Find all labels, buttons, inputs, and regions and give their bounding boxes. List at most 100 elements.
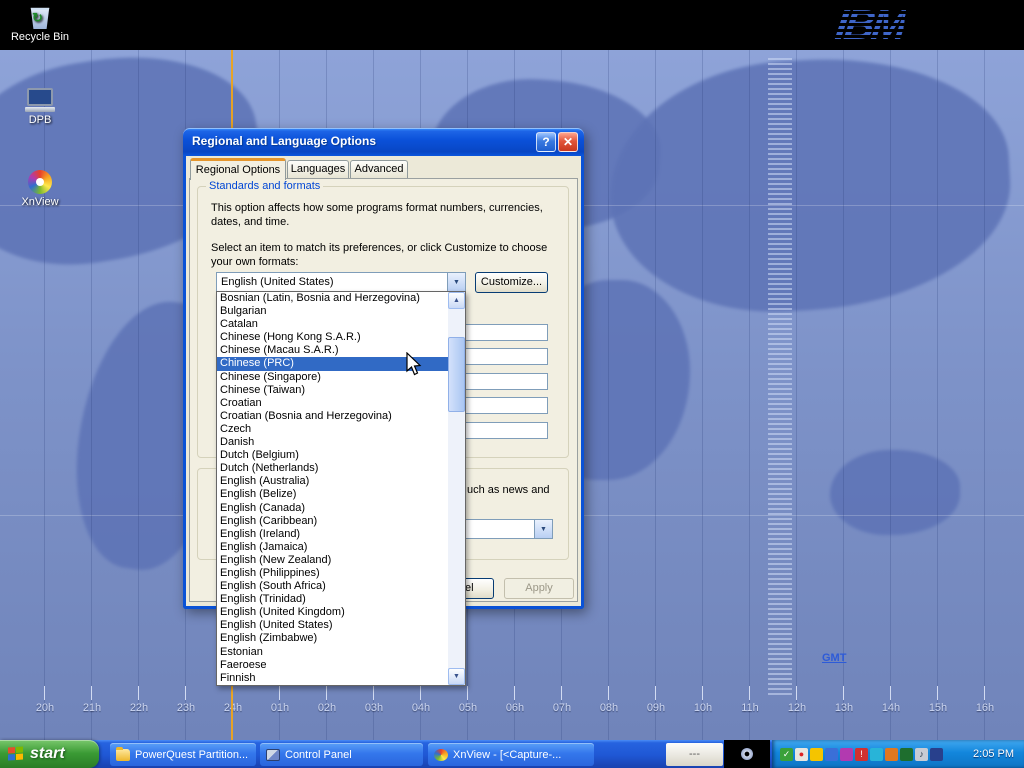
hour-label: 09h <box>641 702 671 714</box>
hour-label: 22h <box>124 702 154 714</box>
tray-icon-8[interactable] <box>885 748 898 761</box>
tray-icon-9[interactable] <box>900 748 913 761</box>
scroll-down-icon[interactable]: ▼ <box>448 668 465 685</box>
list-item[interactable]: Chinese (Singapore) <box>217 371 448 384</box>
recycle-bin-icon: ↻ <box>29 5 51 29</box>
taskbar-item-control-panel[interactable]: Control Panel <box>260 743 423 766</box>
location-text-fragment: uch as news and <box>467 484 550 496</box>
desktop-screen: GMT 20h 21h 22h 23h 24h 01h 02h 03h 04h … <box>0 0 1024 768</box>
tray-icon-1[interactable]: ✓ <box>780 748 793 761</box>
hour-label: 07h <box>547 702 577 714</box>
task-label: XnView - [<Capture-... <box>453 749 561 761</box>
dialog-title: Regional and Language Options <box>192 134 376 148</box>
xnview-icon <box>28 170 52 194</box>
apply-button[interactable]: Apply <box>504 578 574 599</box>
customize-button[interactable]: Customize... <box>475 272 548 293</box>
dateline-hatch-band <box>768 55 792 695</box>
hour-label: 12h <box>782 702 812 714</box>
hour-label: 21h <box>77 702 107 714</box>
chevron-down-icon[interactable]: ▼ <box>534 520 552 538</box>
list-item[interactable]: English (Caribbean) <box>217 515 448 528</box>
taskbar-overflow-button[interactable]: --- <box>666 743 723 766</box>
list-item[interactable]: English (New Zealand) <box>217 554 448 567</box>
tray-icon-7[interactable] <box>870 748 883 761</box>
format-combobox[interactable]: English (United States) ▼ <box>216 272 466 292</box>
list-item[interactable]: Dutch (Netherlands) <box>217 462 448 475</box>
list-item[interactable]: Bosnian (Latin, Bosnia and Herzegovina) <box>217 292 448 305</box>
list-item[interactable]: English (Jamaica) <box>217 541 448 554</box>
tray-icon-2[interactable]: ● <box>795 748 808 761</box>
format-dropdown-list: Bosnian (Latin, Bosnia and Herzegovina) … <box>216 291 466 686</box>
list-item[interactable]: English (United Kingdom) <box>217 606 448 619</box>
close-button[interactable]: ✕ <box>558 132 578 152</box>
taskbar: start PowerQuest Partition... Control Pa… <box>0 740 1024 768</box>
dropdown-items: Bosnian (Latin, Bosnia and Herzegovina) … <box>217 292 448 685</box>
help-button[interactable]: ? <box>536 132 556 152</box>
start-button[interactable]: start <box>0 740 99 768</box>
hour-label: 16h <box>970 702 1000 714</box>
list-item[interactable]: English (South Africa) <box>217 580 448 593</box>
list-item-selected[interactable]: Chinese (PRC) <box>217 357 448 370</box>
list-item[interactable]: Faeroese <box>217 659 448 672</box>
list-item[interactable]: Danish <box>217 436 448 449</box>
tray-icon-3[interactable] <box>810 748 823 761</box>
hour-label: 06h <box>500 702 530 714</box>
hour-label: 10h <box>688 702 718 714</box>
list-item[interactable]: Finnish <box>217 672 448 685</box>
list-item[interactable]: Bulgarian <box>217 305 448 318</box>
list-item[interactable]: Czech <box>217 423 448 436</box>
taskbar-dock[interactable] <box>724 740 770 768</box>
desktop-icon-xnview[interactable]: XnView <box>8 170 72 208</box>
list-item[interactable]: English (Belize) <box>217 488 448 501</box>
laptop-icon <box>25 88 55 112</box>
folder-icon <box>116 749 130 761</box>
tray-icon-6[interactable]: ! <box>855 748 868 761</box>
list-item[interactable]: Dutch (Belgium) <box>217 449 448 462</box>
scroll-up-icon[interactable]: ▲ <box>448 292 465 309</box>
list-item[interactable]: English (Ireland) <box>217 528 448 541</box>
tab-regional-options[interactable]: Regional Options <box>190 158 286 180</box>
tray-icon-10[interactable]: ♪ <box>915 748 928 761</box>
xnview-icon <box>434 749 448 761</box>
list-item[interactable]: Croatian (Bosnia and Herzegovina) <box>217 410 448 423</box>
list-item[interactable]: Chinese (Macau S.A.R.) <box>217 344 448 357</box>
hour-label: 01h <box>265 702 295 714</box>
list-item[interactable]: English (Canada) <box>217 502 448 515</box>
chevron-down-icon[interactable]: ▼ <box>447 273 465 291</box>
system-tray: ✓ ● ! ♪ 2:05 PM <box>772 740 1024 768</box>
hour-label: 02h <box>312 702 342 714</box>
list-item[interactable]: Catalan <box>217 318 448 331</box>
tray-icon-11[interactable] <box>930 748 943 761</box>
list-item[interactable]: Estonian <box>217 646 448 659</box>
hour-label: 03h <box>359 702 389 714</box>
list-item[interactable]: Chinese (Taiwan) <box>217 384 448 397</box>
hour-label: 04h <box>406 702 436 714</box>
tab-advanced[interactable]: Advanced <box>350 160 408 179</box>
desktop-icon-recycle-bin[interactable]: ↻ Recycle Bin <box>8 5 72 43</box>
scrollbar[interactable]: ▲ ▼ <box>448 292 465 685</box>
hour-label: 05h <box>453 702 483 714</box>
tray-icon-5[interactable] <box>840 748 853 761</box>
list-item[interactable]: English (Philippines) <box>217 567 448 580</box>
taskbar-item-xnview[interactable]: XnView - [<Capture-... <box>428 743 594 766</box>
list-item[interactable]: English (Australia) <box>217 475 448 488</box>
icon-label: XnView <box>8 196 72 208</box>
list-item[interactable]: English (United States) <box>217 619 448 632</box>
group-caption: Standards and formats <box>206 180 323 192</box>
list-item[interactable]: English (Zimbabwe) <box>217 632 448 645</box>
hour-label: 14h <box>876 702 906 714</box>
ibm-logo: IBM <box>833 2 907 48</box>
tab-languages[interactable]: Languages <box>287 160 349 179</box>
dialog-titlebar[interactable]: Regional and Language Options ? ✕ <box>183 128 584 156</box>
list-item[interactable]: Chinese (Hong Kong S.A.R.) <box>217 331 448 344</box>
desktop-icon-dpb[interactable]: DPB <box>8 88 72 126</box>
list-item[interactable]: Croatian <box>217 397 448 410</box>
tray-icon-4[interactable] <box>825 748 838 761</box>
taskbar-item-powerquest[interactable]: PowerQuest Partition... <box>110 743 256 766</box>
task-label: PowerQuest Partition... <box>135 749 248 761</box>
hour-label: 24h <box>218 702 248 714</box>
list-item[interactable]: English (Trinidad) <box>217 593 448 606</box>
scrollbar-thumb[interactable] <box>448 337 465 412</box>
task-label: Control Panel <box>285 749 352 761</box>
tray-clock[interactable]: 2:05 PM <box>973 748 1024 760</box>
